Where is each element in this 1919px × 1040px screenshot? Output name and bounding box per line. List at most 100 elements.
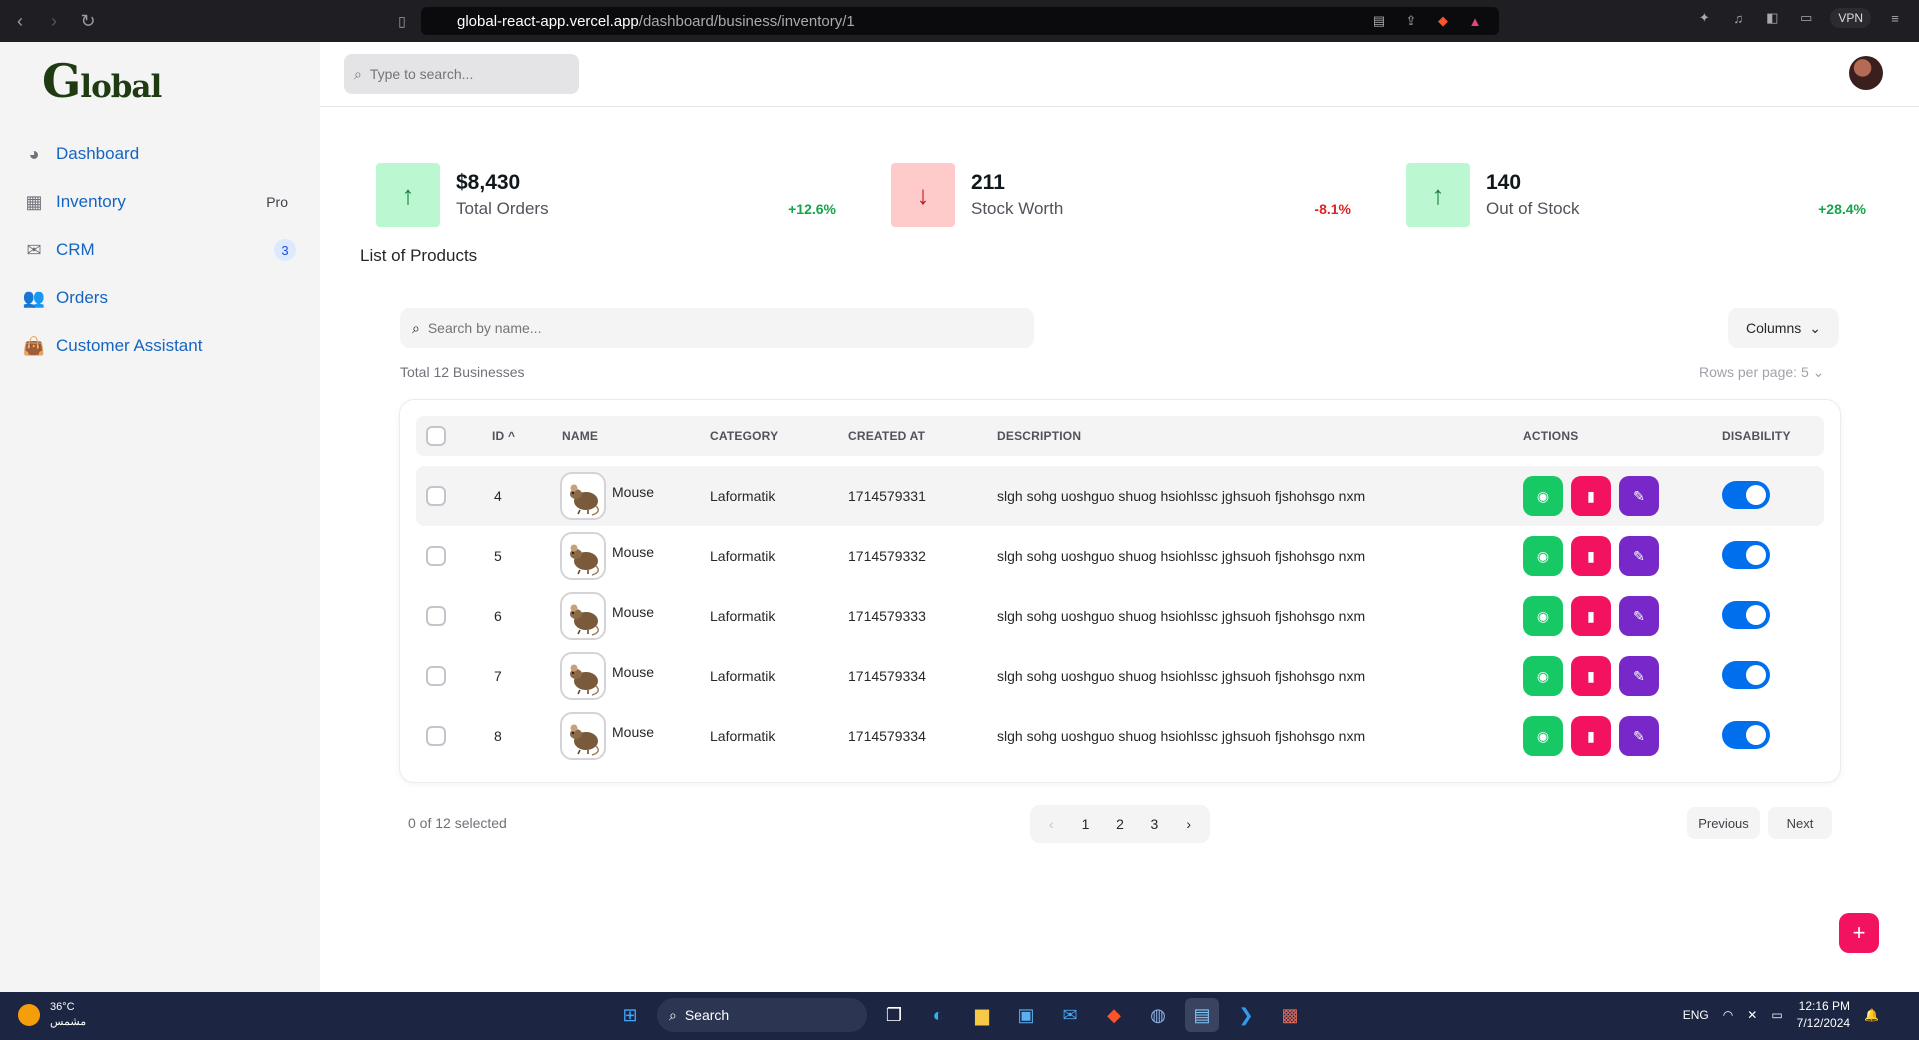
trash-icon: ▮ (1587, 667, 1595, 684)
stat-stock-worth: ↓ 211 Stock Worth -8.1% (891, 163, 1351, 228)
view-button[interactable]: ◉ (1523, 596, 1563, 636)
qbittorrent-icon[interactable]: ◍ (1141, 998, 1175, 1032)
wallet-icon[interactable]: ▭ (1796, 8, 1816, 28)
reload-icon[interactable]: ↻ (74, 7, 102, 35)
edit-button[interactable]: ✎ (1619, 596, 1659, 636)
store-icon[interactable]: ▣ (1009, 998, 1043, 1032)
edge-icon[interactable]: ◐ (921, 998, 955, 1032)
menu-icon[interactable]: ≡ (1885, 8, 1905, 28)
column-id[interactable]: ID ^ (492, 429, 515, 443)
notepad-icon[interactable]: ▤ (1185, 998, 1219, 1032)
chevron-right-icon[interactable]: › (1172, 816, 1206, 832)
media-icon[interactable]: ♫ (1728, 8, 1748, 28)
back-icon[interactable]: ‹ (6, 7, 34, 35)
row-checkbox[interactable] (426, 486, 446, 506)
disability-toggle[interactable] (1722, 721, 1770, 749)
cell-category: Laformatik (710, 668, 776, 684)
add-product-button[interactable]: + (1839, 913, 1879, 953)
edit-button[interactable]: ✎ (1619, 476, 1659, 516)
sidebar-item-label: Dashboard (56, 144, 140, 163)
users-icon: 👥 (22, 287, 46, 308)
disability-toggle[interactable] (1722, 541, 1770, 569)
address-bar[interactable]: global-react-app.vercel.app/dashboard/bu… (421, 7, 1499, 35)
task-view-icon[interactable]: ❐ (877, 998, 911, 1032)
trash-icon: ▮ (1587, 547, 1595, 564)
delete-button[interactable]: ▮ (1571, 536, 1611, 576)
cell-description: slgh sohg uoshguo shuog hsiohlssc jghsuo… (997, 488, 1366, 504)
sidebar-item-orders[interactable]: 👥 Orders (22, 274, 298, 322)
columns-button[interactable]: Columns ⌄ (1728, 308, 1839, 348)
global-search-input[interactable] (369, 66, 560, 82)
cell-name: Mouse (612, 484, 655, 500)
file-explorer-icon[interactable]: ▆ (965, 998, 999, 1032)
select-all-checkbox[interactable] (426, 426, 446, 446)
share-icon[interactable]: ⇪ (1401, 11, 1421, 31)
product-image (560, 712, 606, 760)
row-checkbox[interactable] (426, 546, 446, 566)
rows-per-page[interactable]: Rows per page: 5 ⌄ (1699, 364, 1824, 381)
sidebar-item-customer-assistant[interactable]: 👜 Customer Assistant (22, 322, 298, 370)
delete-button[interactable]: ▮ (1571, 596, 1611, 636)
language-indicator[interactable]: ENG (1683, 1008, 1709, 1022)
app-icon[interactable]: ▩ (1273, 998, 1307, 1032)
delete-button[interactable]: ▮ (1571, 656, 1611, 696)
edit-button[interactable]: ✎ (1619, 656, 1659, 696)
view-button[interactable]: ◉ (1523, 536, 1563, 576)
row-checkbox[interactable] (426, 606, 446, 626)
sidebar-item-dashboard[interactable]: ◕ Dashboard (22, 130, 298, 178)
column-disability: DISABILITY (1722, 429, 1791, 443)
notification-bell-icon[interactable]: 🔔 (1864, 1008, 1879, 1022)
cell-name: Mouse (612, 724, 655, 740)
rewards-icon[interactable]: ▲ (1465, 11, 1485, 31)
product-image (560, 472, 606, 520)
forward-icon[interactable]: › (40, 7, 68, 35)
name-search[interactable]: ⌕ (400, 308, 1034, 348)
delete-button[interactable]: ▮ (1571, 716, 1611, 756)
row-checkbox[interactable] (426, 666, 446, 686)
view-button[interactable]: ◉ (1523, 716, 1563, 756)
view-button[interactable]: ◉ (1523, 656, 1563, 696)
previous-button[interactable]: Previous (1687, 807, 1760, 839)
page-3[interactable]: 3 (1137, 816, 1171, 832)
brave-shield-icon[interactable]: ◆ (1433, 11, 1453, 31)
reader-icon[interactable]: ▤ (1369, 11, 1389, 31)
view-button[interactable]: ◉ (1523, 476, 1563, 516)
edit-button[interactable]: ✎ (1619, 536, 1659, 576)
disability-toggle[interactable] (1722, 661, 1770, 689)
bookmark-icon[interactable]: ▯ (388, 7, 416, 35)
logo[interactable]: Global (42, 54, 162, 108)
vscode-icon[interactable]: ❯ (1229, 998, 1263, 1032)
row-checkbox[interactable] (426, 726, 446, 746)
wifi-icon[interactable]: ◠ (1723, 1008, 1733, 1022)
taskbar-search[interactable]: ⌕ Search (657, 998, 867, 1032)
global-search[interactable]: ⌕ (344, 54, 579, 94)
page-2[interactable]: 2 (1103, 816, 1137, 832)
rows-per-page-value[interactable]: 5 (1801, 364, 1809, 380)
volume-muted-icon[interactable]: ✕ (1747, 1008, 1757, 1022)
chevron-left-icon[interactable]: ‹ (1034, 816, 1068, 832)
mail-icon[interactable]: ✉ (1053, 998, 1087, 1032)
delete-button[interactable]: ▮ (1571, 476, 1611, 516)
vpn-button[interactable]: VPN (1830, 8, 1871, 28)
weather-widget[interactable]: 36°C مشمس (18, 1000, 86, 1030)
table-header: ID ^ NAME CATEGORY CREATED AT DESCRIPTIO… (416, 416, 1824, 456)
brave-icon[interactable]: ◆ (1097, 998, 1131, 1032)
windows-start-icon[interactable]: ⊞ (613, 998, 647, 1032)
disability-toggle[interactable] (1722, 481, 1770, 509)
name-search-input[interactable] (427, 320, 988, 336)
toggle-knob (1746, 545, 1766, 565)
edit-icon: ✎ (1633, 667, 1645, 684)
battery-icon[interactable]: ▭ (1771, 1008, 1782, 1022)
sidebar-item-crm[interactable]: ✉ CRM 3 (22, 226, 298, 274)
disability-toggle[interactable] (1722, 601, 1770, 629)
toggle-knob (1746, 485, 1766, 505)
page-1[interactable]: 1 (1069, 816, 1103, 832)
edit-button[interactable]: ✎ (1619, 716, 1659, 756)
sidebar-toggle-icon[interactable]: ◧ (1762, 8, 1782, 28)
avatar[interactable] (1849, 56, 1883, 90)
extensions-icon[interactable]: ✦ (1694, 8, 1714, 28)
sidebar-item-inventory[interactable]: ▦ Inventory Pro (22, 178, 298, 226)
clock[interactable]: 12:16 PM 7/12/2024 (1797, 998, 1850, 1032)
stat-change: +28.4% (1818, 201, 1866, 217)
next-button[interactable]: Next (1768, 807, 1832, 839)
